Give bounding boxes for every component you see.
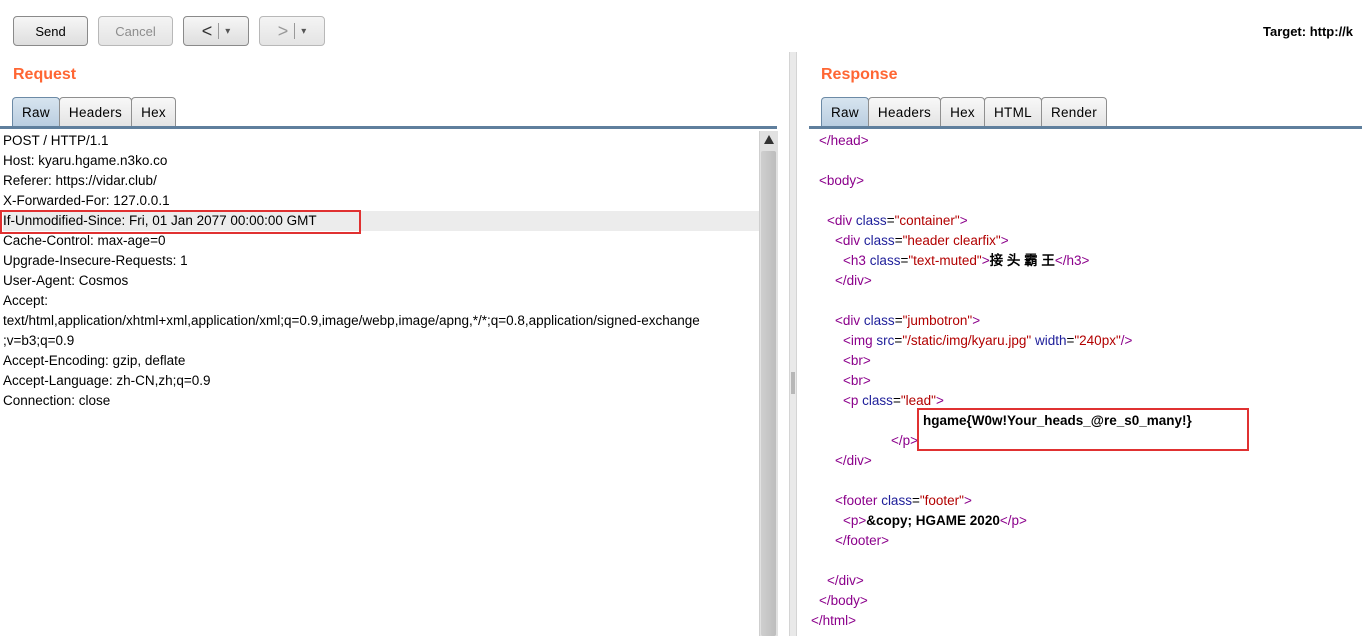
request-highlight-box (0, 210, 361, 234)
request-scrollbar[interactable] (759, 131, 778, 636)
request-line: ;v=b3;q=0.9 (3, 333, 75, 348)
response-line: <div class="header clearfix"> (835, 233, 1009, 248)
separator (294, 23, 296, 39)
request-line: Referer: https://vidar.club/ (3, 173, 157, 188)
response-line: <footer class="footer"> (835, 493, 972, 508)
response-line: <br> (843, 373, 871, 388)
response-line: </body> (819, 593, 868, 608)
response-line: <br> (843, 353, 871, 368)
request-line: Connection: close (3, 393, 111, 408)
back-button[interactable]: < ▾ (183, 16, 249, 46)
request-tab-headers[interactable]: Headers (58, 97, 133, 127)
chevron-down-icon: ▾ (301, 25, 307, 37)
scrollbar-thumb[interactable] (761, 151, 776, 636)
response-flag-highlight-box (917, 408, 1249, 451)
target-label: Target: http://k (1263, 24, 1354, 39)
separator (218, 23, 220, 39)
response-tabs: Raw Headers Hex HTML Render (821, 97, 1108, 127)
response-line: <div class="container"> (827, 213, 968, 228)
toolbar: Send Cancel < ▾ > ▾ Target: http://k (0, 0, 1362, 52)
request-line: POST / HTTP/1.1 (3, 133, 109, 148)
request-line: Upgrade-Insecure-Requests: 1 (3, 253, 188, 268)
request-tab-raw[interactable]: Raw (12, 97, 60, 127)
forward-arrow-icon: > (277, 20, 289, 41)
response-line: </html> (811, 613, 857, 628)
send-button[interactable]: Send (13, 16, 88, 46)
response-line: </div> (835, 453, 872, 468)
request-line: Accept-Language: zh-CN,zh;q=0.9 (3, 373, 211, 388)
request-line: Accept-Encoding: gzip, deflate (3, 353, 186, 368)
pane-splitter[interactable] (789, 52, 797, 636)
response-line (811, 471, 1362, 491)
back-arrow-icon: < (201, 20, 213, 41)
request-title: Request (13, 66, 77, 83)
response-line: </head> (819, 133, 869, 148)
response-line: <h3 class="text-muted">接 头 霸 王</h3> (843, 253, 1090, 268)
response-tab-headers[interactable]: Headers (867, 97, 942, 127)
response-tab-hex[interactable]: Hex (940, 97, 985, 127)
response-line: <img src="/static/img/kyaru.jpg" width="… (843, 333, 1133, 348)
response-tab-raw[interactable]: Raw (821, 97, 869, 127)
request-line: User-Agent: Cosmos (3, 273, 129, 288)
request-tab-underline (0, 126, 777, 129)
request-line: Host: kyaru.hgame.n3ko.co (3, 153, 168, 168)
chevron-down-icon: ▾ (225, 25, 231, 37)
response-title: Response (821, 66, 898, 83)
response-line: <div class="jumbotron"> (835, 313, 981, 328)
request-line: Cache-Control: max-age=0 (3, 233, 166, 248)
response-line: <p>&copy; HGAME 2020</p> (843, 513, 1027, 528)
request-editor[interactable]: POST / HTTP/1.1 Host: kyaru.hgame.n3ko.c… (0, 131, 759, 636)
response-line: </footer> (835, 533, 890, 548)
request-line: text/html,application/xhtml+xml,applicat… (3, 313, 700, 328)
request-tabs: Raw Headers Hex (12, 97, 176, 127)
response-tab-underline (809, 126, 1362, 129)
response-line: </div> (835, 273, 872, 288)
scroll-up-icon[interactable] (764, 135, 774, 144)
response-line (811, 551, 1362, 571)
response-line: </div> (827, 573, 864, 588)
response-tab-render[interactable]: Render (1040, 97, 1108, 127)
cancel-button[interactable]: Cancel (98, 16, 173, 46)
response-line (811, 151, 1362, 171)
response-editor[interactable]: </head> <body> <div class="container"> <… (811, 131, 1362, 636)
response-line (811, 191, 1362, 211)
request-line: Accept: (3, 293, 49, 308)
response-line (811, 291, 1362, 311)
request-line: X-Forwarded-For: 127.0.0.1 (3, 193, 170, 208)
request-tab-hex[interactable]: Hex (131, 97, 176, 127)
response-line: <body> (819, 173, 865, 188)
splitter-grip-icon (791, 372, 795, 394)
forward-button[interactable]: > ▾ (259, 16, 325, 46)
response-tab-html[interactable]: HTML (983, 97, 1042, 127)
